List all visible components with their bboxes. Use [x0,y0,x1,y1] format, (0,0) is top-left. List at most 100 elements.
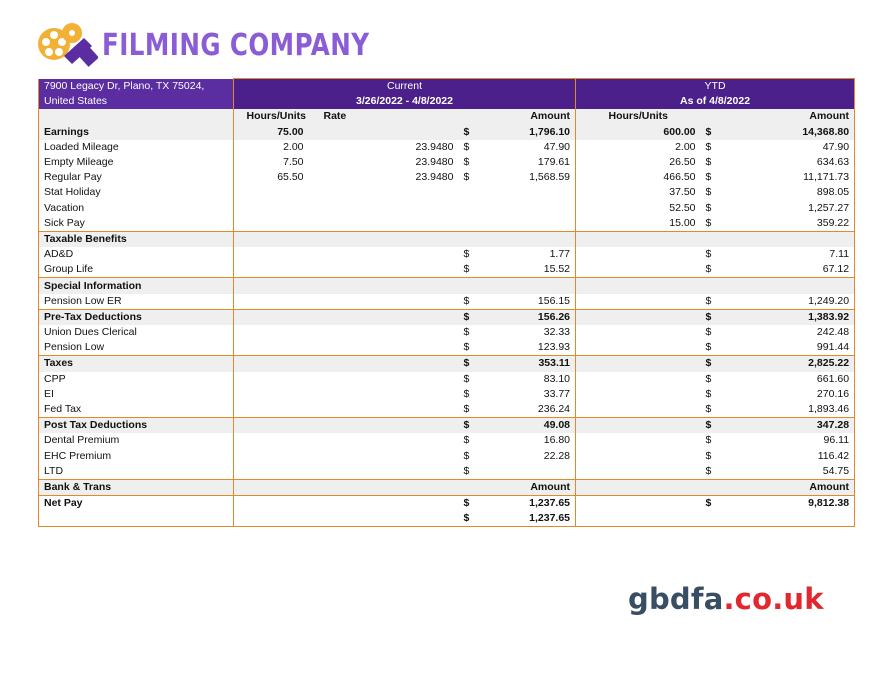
current-amount: 1,237.65 [476,511,576,528]
ytd-dollar-sign: $ [705,387,712,400]
pay-stub-row: Earnings 75.00 $1,796.10 600.00 $14,368.80 [38,124,856,140]
current-dollar-sign: $ [463,403,470,416]
current-amount: 15.52 [543,263,571,276]
hours-cell [233,417,319,434]
row-label: AD&D [38,247,234,263]
ytd-hours-cell [575,386,701,402]
hours-cell [233,230,319,248]
current-amount: 123.93 [537,341,571,354]
column-header-row: Hours/Units Rate Amount Hours/Units Amou… [38,109,856,125]
hours-cell: 2.00 [233,139,319,155]
rate-cell [318,355,459,372]
current-dollar-sign: $ [458,308,477,325]
ytd-amount: 54.75 [718,463,856,480]
current-period: 3/26/2022 - 4/8/2022 [232,94,576,110]
current-dollar-sign [459,201,477,216]
ytd-hours-cell: 15.00 [575,215,701,232]
ytd-dollar-sign: $ [705,403,712,416]
ytd-dollar-sign: $ [705,201,712,214]
hours-cell [233,495,319,512]
pay-stub-row: AD&D $1.77 $7.11 [38,247,856,263]
current-dollar-sign [459,216,477,232]
ytd-amount: 7.11 [718,247,856,263]
current-amount: 156.26 [476,308,576,325]
current-amount: 33.77 [543,387,571,400]
col-ytd-amount: Amount [718,109,856,125]
hours-cell [233,185,319,201]
ytd-hours-cell [575,478,701,496]
pay-stub-row: Net Pay $1,237.65 $9,812.38 [38,495,856,512]
current-dollar-sign: $ [458,417,477,434]
col-hours-units: Hours/Units [233,109,319,125]
current-amount: 16.80 [543,434,571,447]
company-address: 7900 Legacy Dr, Plano, TX 75024, United … [38,78,234,110]
current-amount: 1.77 [549,248,571,261]
row-label: Taxable Benefits [38,230,234,248]
ytd-period: As of 4/8/2022 [575,94,856,110]
hours-cell [233,371,319,387]
current-dollar-sign: $ [458,124,477,140]
ytd-dollar-sign: $ [700,495,719,512]
row-label: Sick Pay [38,215,234,232]
current-dollar-sign: $ [463,372,470,385]
pay-stub-row: Special Information [38,277,856,294]
pay-stub-row: Fed Tax $236.24 $1,893.46 [38,401,856,418]
ytd-hours-cell: 2.00 [575,139,701,155]
current-dollar-sign: $ [463,156,470,169]
hours-cell [233,340,319,356]
hours-cell [233,478,319,496]
watermark-main: gbdfa [628,582,724,616]
ytd-amount [718,511,856,528]
rate-cell [319,247,459,262]
row-label: Pre-Tax Deductions [38,308,234,325]
company-name: FILMING COMPANY [102,27,370,63]
ytd-dollar-sign: $ [705,341,712,354]
rate-cell [318,478,459,496]
pay-stub-row: Group Life $15.52 $67.12 [38,262,856,278]
ytd-dollar-sign: $ [700,417,719,434]
ytd-amount: 47.90 [718,139,856,155]
hours-cell [233,448,319,464]
current-amount: 83.10 [543,372,571,385]
current-label: Current [232,78,576,95]
row-label: Regular Pay [38,170,234,186]
current-dollar-sign: $ [463,464,470,477]
ytd-amount: 991.44 [718,340,856,356]
ytd-amount: 2,825.22 [718,355,856,372]
ytd-amount [718,277,856,294]
current-amount [477,201,576,216]
ytd-label: YTD [575,78,856,95]
pay-stub-row: EHC Premium $22.28 $116.42 [38,448,856,464]
ytd-amount: 96.11 [718,433,856,449]
rate-cell [319,449,459,464]
row-label: Earnings [38,124,234,140]
ytd-hours-cell [575,433,701,449]
hours-cell: 7.50 [233,154,319,171]
row-label: LTD [38,463,234,480]
pay-stub-row: $1,237.65 [38,511,856,528]
ytd-dollar-sign: $ [705,326,712,339]
ytd-dollar-sign: $ [705,263,712,276]
current-amount: 32.33 [543,326,571,339]
rate-cell [318,511,459,528]
rate-cell [319,201,459,216]
company-logo: FILMING COMPANY [36,20,428,70]
ytd-dollar-sign [700,230,719,248]
hours-cell [233,511,319,528]
current-amount: 49.08 [476,417,576,434]
row-label: Pension Low ER [38,293,234,310]
row-label: Net Pay [38,495,234,512]
row-label: Empty Mileage [38,154,234,171]
ytd-hours-cell [575,308,701,325]
ytd-hours-cell [575,495,701,512]
ytd-dollar-sign: $ [705,464,712,477]
ytd-dollar-sign [700,277,719,294]
ytd-dollar-sign: $ [705,171,712,184]
ytd-dollar-sign: $ [705,434,712,447]
hours-cell [233,247,319,263]
hours-cell [233,325,319,341]
pay-stub-row: Stat Holiday 37.50 $898.05 [38,185,856,201]
current-amount: Amount [476,478,576,496]
col-ytd-hours-units: Hours/Units [575,109,701,125]
pay-stub-row: Post Tax Deductions $49.08 $347.28 [38,417,856,434]
